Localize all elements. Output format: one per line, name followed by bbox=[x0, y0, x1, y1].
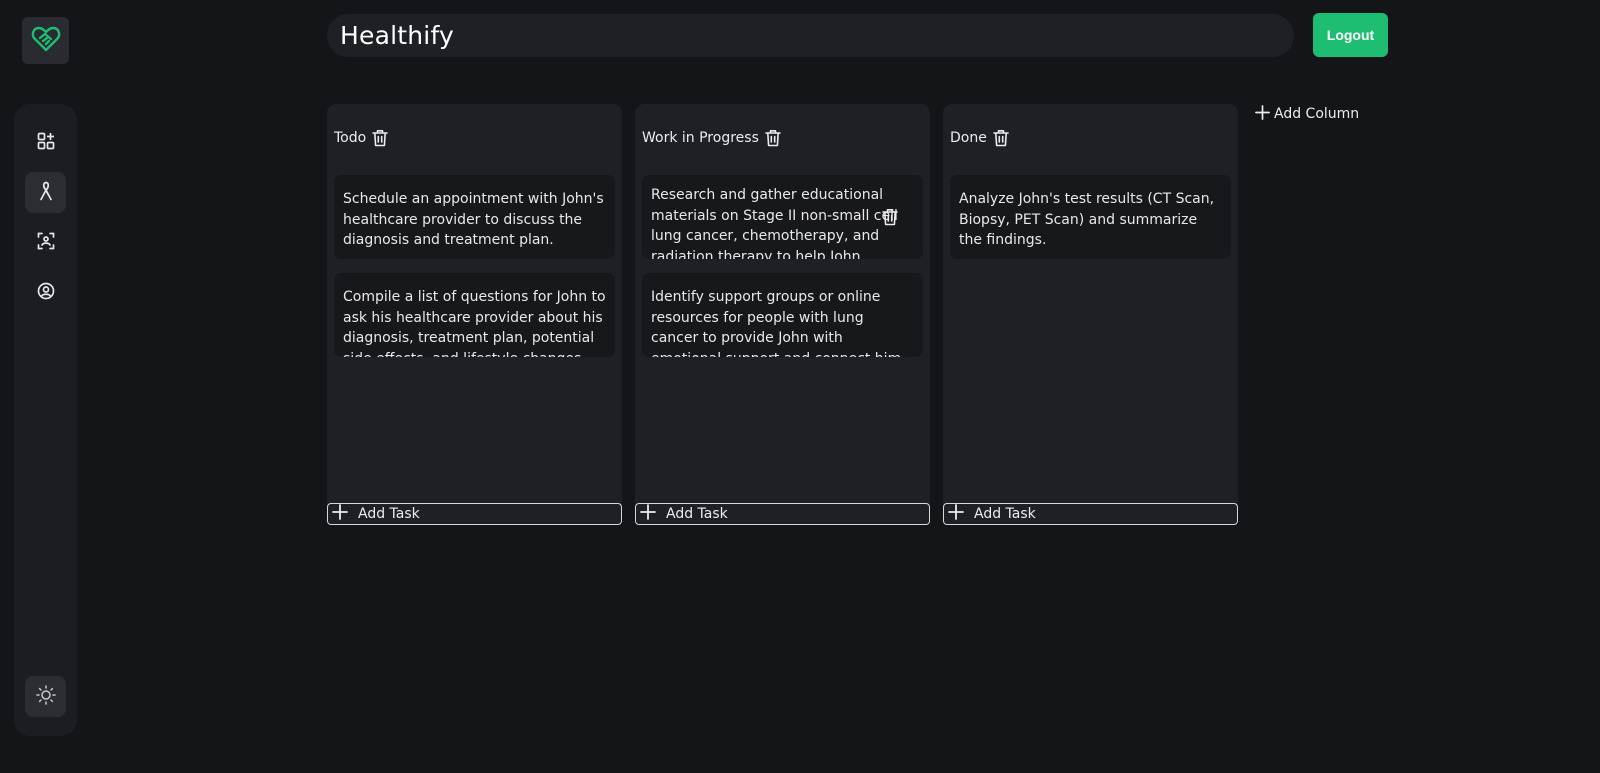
plus-icon bbox=[948, 504, 964, 524]
sun-icon bbox=[35, 684, 56, 709]
scan-icon bbox=[37, 232, 55, 254]
logout-button[interactable]: Logout bbox=[1313, 13, 1388, 57]
sidebar-item-scan[interactable] bbox=[25, 222, 66, 263]
sidebar-item-profile[interactable] bbox=[25, 272, 66, 313]
task-card[interactable]: Compile a list of questions for John to … bbox=[334, 273, 615, 357]
add-column-label: Add Column bbox=[1274, 106, 1360, 122]
theme-toggle-button[interactable] bbox=[25, 676, 66, 717]
task-text: Identify support groups or online resour… bbox=[651, 289, 901, 357]
column-header: Work in Progress bbox=[642, 126, 781, 150]
plus-icon bbox=[1255, 104, 1270, 124]
column-title: Work in Progress bbox=[642, 130, 759, 146]
add-task-label: Add Task bbox=[974, 506, 1036, 522]
task-text: Research and gather educational material… bbox=[651, 187, 898, 259]
column-header: Done bbox=[950, 126, 1009, 150]
task-text: Compile a list of questions for John to … bbox=[343, 289, 606, 357]
ribbon-icon bbox=[38, 181, 54, 205]
task-card[interactable]: Research and gather educational material… bbox=[642, 175, 923, 259]
add-task-button[interactable]: Add Task bbox=[943, 503, 1238, 525]
task-card[interactable]: Identify support groups or online resour… bbox=[642, 273, 923, 357]
board-column-todo: Todo Schedule an appointment with John's… bbox=[327, 104, 622, 525]
page-title: Healthify bbox=[340, 21, 454, 50]
sidebar-item-cancer[interactable] bbox=[25, 172, 66, 213]
add-widget-icon bbox=[37, 132, 55, 154]
add-task-button[interactable]: Add Task bbox=[327, 503, 622, 525]
task-card[interactable]: Analyze John's test results (CT Scan, Bi… bbox=[950, 175, 1231, 259]
app-logo[interactable] bbox=[22, 17, 69, 64]
board-column-done: Done Analyze John's test results (CT Sca… bbox=[943, 104, 1238, 525]
user-circle-icon bbox=[37, 282, 55, 304]
task-text: Analyze John's test results (CT Scan, Bi… bbox=[959, 191, 1215, 248]
sidebar-item-dashboard[interactable] bbox=[25, 122, 66, 163]
plus-icon bbox=[332, 504, 348, 524]
task-text: Schedule an appointment with John's heal… bbox=[343, 191, 604, 248]
delete-task-icon[interactable] bbox=[882, 208, 898, 233]
delete-column-icon[interactable] bbox=[993, 129, 1009, 147]
add-task-label: Add Task bbox=[358, 506, 420, 522]
column-title: Done bbox=[950, 130, 987, 146]
add-task-label: Add Task bbox=[666, 506, 728, 522]
heart-handshake-icon bbox=[31, 25, 61, 57]
delete-column-icon[interactable] bbox=[372, 129, 389, 147]
task-card[interactable]: Schedule an appointment with John's heal… bbox=[334, 175, 615, 259]
plus-icon bbox=[640, 504, 656, 524]
sidebar bbox=[14, 104, 77, 736]
delete-column-icon[interactable] bbox=[765, 129, 781, 147]
column-title: Todo bbox=[334, 130, 367, 146]
column-header: Todo bbox=[334, 126, 389, 150]
board-column-work-in-progress: Work in Progress Research and gather edu… bbox=[635, 104, 930, 525]
add-column-button[interactable]: Add Column bbox=[1255, 104, 1359, 124]
page-title-bar: Healthify bbox=[327, 14, 1294, 57]
add-task-button[interactable]: Add Task bbox=[635, 503, 930, 525]
